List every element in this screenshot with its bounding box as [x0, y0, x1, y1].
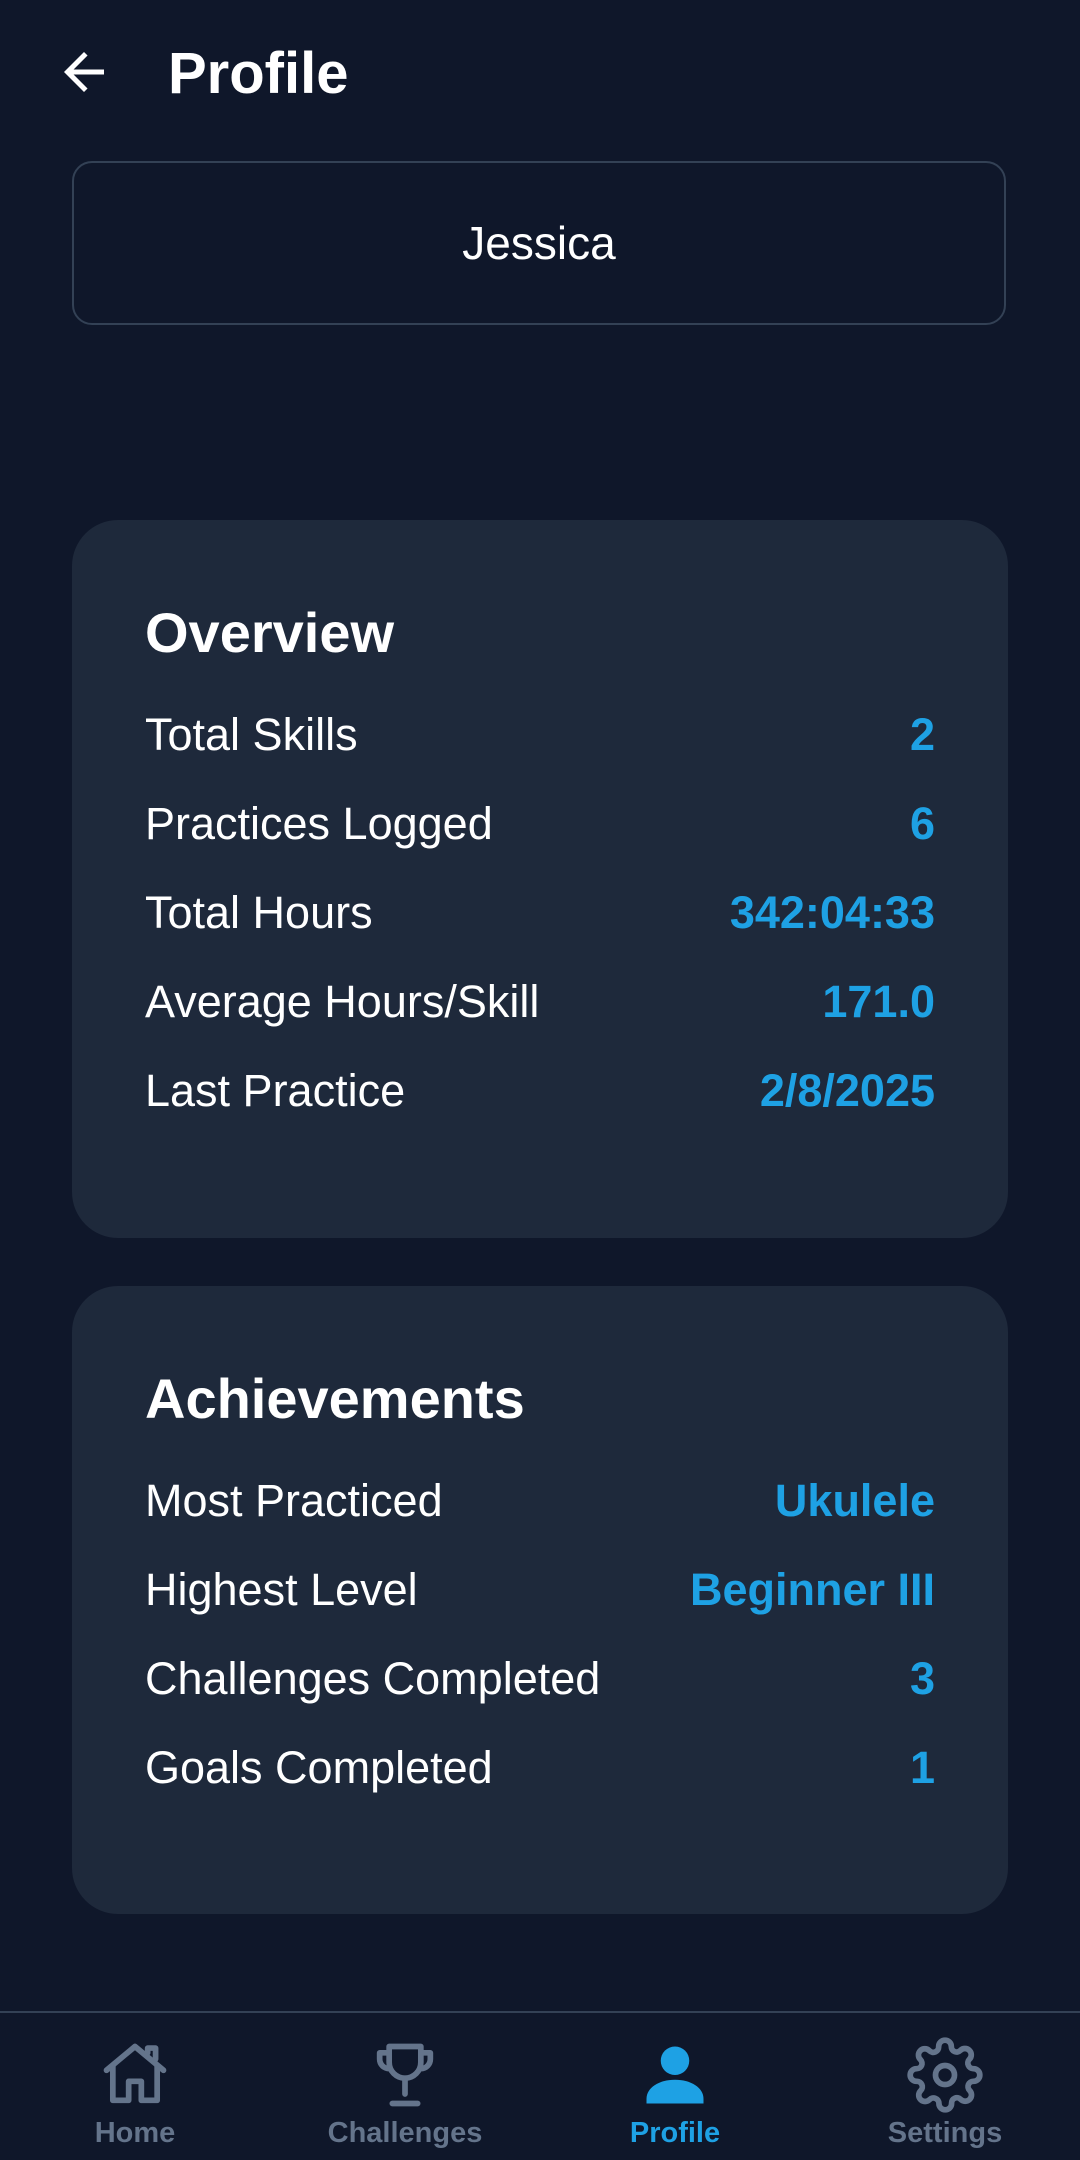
nav-label: Challenges [327, 2117, 483, 2149]
stat-value: 2/8/2025 [759, 1064, 935, 1116]
stat-row-total-hours: Total Hours 342:04:33 [145, 868, 935, 957]
overview-card: Overview Total Skills 2 Practices Logged… [72, 520, 1008, 1238]
stat-value: 1 [909, 1741, 935, 1793]
stat-row-last-practice: Last Practice 2/8/2025 [145, 1046, 935, 1135]
stat-label: Total Skills [145, 708, 358, 760]
stat-row-highest-level: Highest Level Beginner III [145, 1545, 935, 1634]
stat-row-goals-completed: Goals Completed 1 [145, 1723, 935, 1812]
stat-label: Total Hours [145, 886, 373, 938]
stat-value: 6 [909, 797, 935, 849]
nav-item-profile[interactable]: Profile [540, 2013, 810, 2160]
profile-name-field[interactable]: Jessica [72, 161, 1006, 325]
nav-item-challenges[interactable]: Challenges [270, 2013, 540, 2160]
stat-value: 3 [909, 1652, 935, 1704]
page-title: Profile [168, 41, 349, 106]
stat-label: Challenges Completed [145, 1652, 601, 1704]
stat-value: 171.0 [822, 975, 935, 1027]
trophy-icon [367, 2037, 443, 2113]
stat-label: Practices Logged [145, 797, 493, 849]
nav-label: Settings [887, 2117, 1003, 2149]
stat-label: Average Hours/Skill [145, 975, 540, 1027]
stat-row-total-skills: Total Skills 2 [145, 690, 935, 779]
stat-label: Most Practiced [145, 1474, 443, 1526]
home-icon [97, 2037, 173, 2113]
stat-row-most-practiced: Most Practiced Ukulele [145, 1456, 935, 1545]
nav-label: Home [94, 2117, 176, 2149]
stat-label: Goals Completed [145, 1741, 493, 1793]
overview-title: Overview [145, 601, 395, 664]
stat-row-practices-logged: Practices Logged 6 [145, 779, 935, 868]
gear-icon [907, 2037, 983, 2113]
bottom-navigation: Home Challenges Profile Settings [0, 2011, 1080, 2160]
stat-value: Ukulele [774, 1474, 935, 1526]
person-icon [637, 2037, 713, 2113]
stat-label: Highest Level [145, 1563, 418, 1615]
stat-value: 2 [909, 708, 935, 760]
arrow-left-icon [64, 52, 104, 92]
profile-screen: Profile Jessica Overview Total Skills 2 … [0, 0, 1080, 2160]
stat-value: Beginner III [689, 1563, 935, 1615]
nav-item-home[interactable]: Home [0, 2013, 270, 2160]
stat-label: Last Practice [145, 1064, 406, 1116]
achievements-title: Achievements [145, 1367, 525, 1430]
app-header: Profile [0, 0, 1080, 150]
stat-value: 342:04:33 [729, 886, 935, 938]
achievements-card: Achievements Most Practiced Ukulele High… [72, 1286, 1008, 1914]
nav-item-settings[interactable]: Settings [810, 2013, 1080, 2160]
stat-row-challenges-completed: Challenges Completed 3 [145, 1634, 935, 1723]
nav-label: Profile [629, 2117, 721, 2149]
stat-row-average-hours: Average Hours/Skill 171.0 [145, 957, 935, 1046]
back-button[interactable] [48, 36, 120, 108]
